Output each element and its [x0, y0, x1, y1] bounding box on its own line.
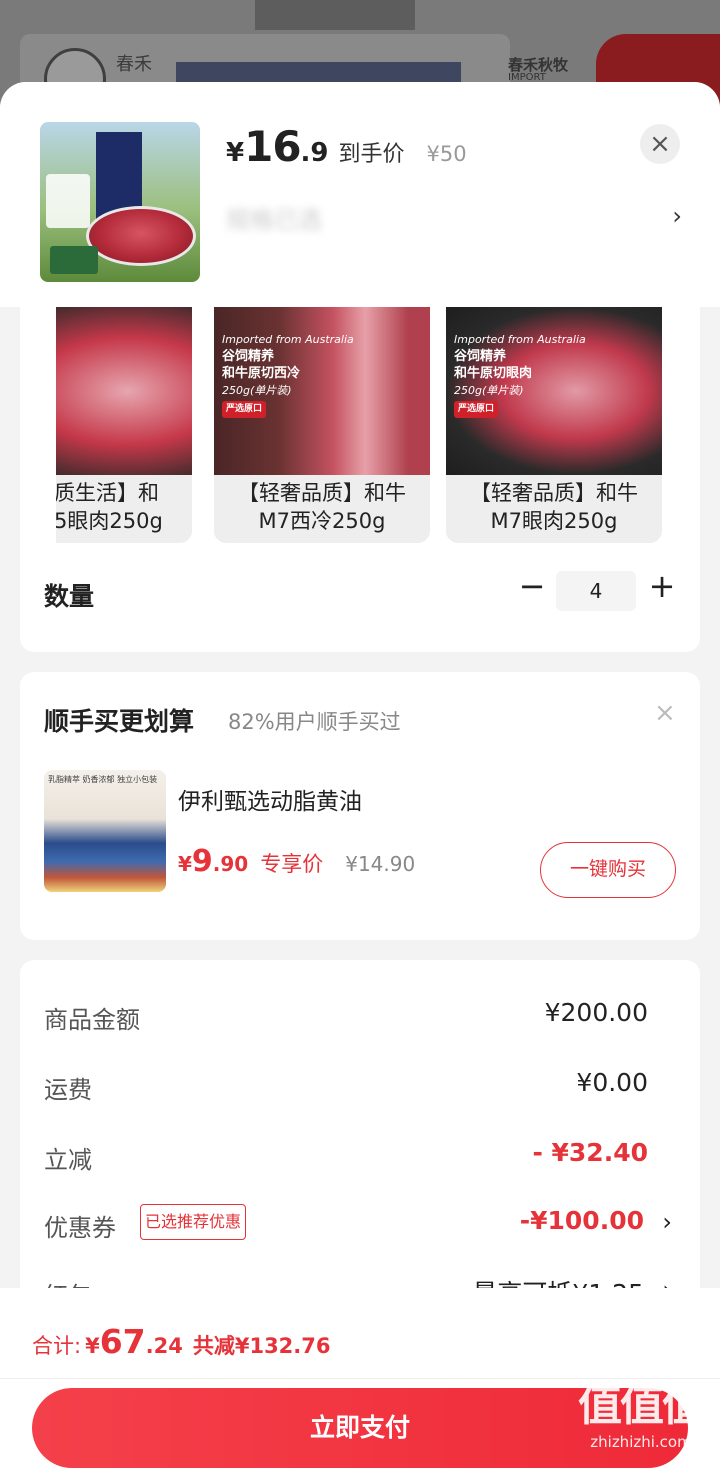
upsell-product-image: 乳脂精萃 奶香浓郁 独立小包装 — [44, 770, 166, 892]
chevron-right-icon: › — [672, 202, 682, 230]
variant-image: Imported from Australia 谷饲精养 和牛原切眼肉 250g… — [446, 307, 662, 475]
upsell-subtitle: 82%用户顺手买过 — [228, 710, 401, 734]
spec-selector[interactable]: 规格已选 › — [226, 194, 686, 238]
close-button[interactable]: × — [640, 124, 680, 164]
upsell-price-currency: ¥ — [178, 852, 192, 876]
summary-value: ¥200.00 — [544, 998, 648, 1027]
variant-name: 质生活】和5眼肉250g — [56, 481, 163, 533]
original-price: ¥50 — [426, 142, 467, 166]
spec-text: 规格已选 — [226, 206, 322, 232]
variant-option[interactable]: Imported from Australia 谷饲精养 和牛原切西冷 250g… — [214, 307, 430, 543]
price-decimal: .9 — [300, 138, 329, 168]
variant-image-caption-weight: 250g(单片装) — [454, 384, 524, 397]
watermark-sub: zhizhizhi.com — [590, 1433, 692, 1451]
sheet-header: ¥ 16 .9 到手价 ¥50 × 规格已选 › — [0, 82, 720, 307]
variant-list: 质生活】和5眼肉250g Imported from Australia 谷饲精… — [56, 307, 686, 547]
variant-image-caption-weight: 250g(单片装) — [222, 384, 292, 397]
price-tag: 到手价 — [338, 142, 405, 167]
summary-row-shipping: 运费 ¥0.00 — [44, 1066, 676, 1106]
total-integer: 67 — [99, 1322, 146, 1361]
total-currency: ¥ — [85, 1334, 100, 1358]
variant-name: 【轻奢品质】和牛M7眼肉250g — [470, 481, 638, 533]
summary-row-discount: 立减 - ¥32.40 — [44, 1136, 676, 1176]
summary-row-subtotal: 商品金额 ¥200.00 — [44, 996, 676, 1036]
variant-image: Imported from Australia 谷饲精养 和牛原切西冷 250g… — [214, 307, 430, 475]
variant-option[interactable]: 质生活】和5眼肉250g — [56, 307, 192, 543]
summary-value: -¥100.00 — [519, 1206, 644, 1235]
quantity-decrease-button[interactable]: − — [514, 569, 550, 605]
upsell-card: 顺手买更划算 82%用户顺手买过 × 乳脂精萃 奶香浓郁 独立小包装 伊利甄选动… — [20, 672, 700, 940]
thumbnail-badge — [46, 174, 90, 228]
upsell-close-icon[interactable]: × — [654, 698, 676, 728]
quantity-increase-button[interactable]: + — [644, 569, 680, 605]
quantity-input[interactable]: 4 — [556, 571, 636, 611]
variant-image-caption-text: 谷饲精养 和牛原切眼肉 — [454, 349, 533, 381]
summary-value: ¥0.00 — [576, 1068, 648, 1097]
coupon-recommended-badge: 已选推荐优惠 — [140, 1204, 247, 1240]
close-icon: × — [649, 129, 671, 159]
variant-image — [56, 307, 192, 475]
summary-label: 立减 — [44, 1146, 92, 1174]
variant-image-caption: Imported from Australia 谷饲精养 和牛原切眼肉 250g… — [454, 331, 586, 418]
thumbnail-steak — [86, 206, 196, 266]
upsell-price-decimal: .90 — [212, 852, 249, 876]
price-currency: ¥ — [226, 138, 245, 168]
upsell-price: ¥ 9 .90 专享价 ¥14.90 — [178, 844, 415, 879]
summary-label: 优惠券 — [44, 1214, 116, 1242]
upsell-price-tag: 专享价 — [260, 852, 324, 876]
total-savings: 共减¥132.76 — [192, 1334, 331, 1358]
background-top-image — [255, 0, 415, 30]
variant-image-caption-en: Imported from Australia — [454, 333, 586, 346]
variant-name: 【轻奢品质】和牛M7西冷250g — [238, 481, 406, 533]
upsell-product-name[interactable]: 伊利甄选动脂黄油 — [178, 782, 362, 816]
background-brand: 春禾 — [116, 54, 152, 75]
divider — [0, 1378, 720, 1379]
upsell-image-caption: 乳脂精萃 奶香浓郁 独立小包装 — [48, 775, 158, 784]
order-total: 合计: ¥ 67 .24 共减¥132.76 — [32, 1322, 331, 1361]
purchase-sheet: ¥ 16 .9 到手价 ¥50 × 规格已选 › 质生活】和5眼肉250g Im… — [0, 82, 720, 1472]
variant-image-pill: 严选原口 — [222, 401, 267, 418]
product-thumbnail — [40, 122, 200, 282]
chevron-right-icon: › — [662, 1208, 672, 1236]
upsell-price-integer: 9 — [191, 844, 213, 879]
variant-image-pill: 严选原口 — [454, 401, 499, 418]
upsell-title: 顺手买更划算 — [44, 707, 195, 736]
summary-row-coupon[interactable]: 优惠券 已选推荐优惠 -¥100.00 › — [44, 1204, 676, 1244]
summary-label: 商品金额 — [44, 1006, 140, 1034]
watermark-logo: 值值值 zhizhizhi.com — [566, 1380, 716, 1452]
variant-option[interactable]: Imported from Australia 谷饲精养 和牛原切眼肉 250g… — [446, 307, 662, 543]
summary-value: - ¥32.40 — [532, 1138, 648, 1167]
variant-image-caption-en: Imported from Australia — [222, 333, 354, 346]
quantity-label: 数量 — [44, 582, 95, 611]
upsell-original-price: ¥14.90 — [345, 852, 416, 876]
variant-image-caption: Imported from Australia 谷饲精养 和牛原切西冷 250g… — [222, 331, 354, 418]
thumbnail-label — [50, 246, 98, 274]
summary-label: 运费 — [44, 1076, 92, 1104]
watermark-main: 值值值 — [578, 1380, 706, 1431]
final-price: ¥ 16 .9 到手价 ¥50 — [226, 122, 467, 172]
one-click-buy-button[interactable]: 一键购买 — [540, 842, 676, 898]
total-decimal: .24 — [145, 1334, 183, 1358]
variant-image-caption-text: 谷饲精养 和牛原切西冷 — [222, 349, 301, 381]
total-label: 合计: — [32, 1334, 82, 1358]
price-integer: 16 — [244, 122, 301, 171]
sku-card: 质生活】和5眼肉250g Imported from Australia 谷饲精… — [20, 307, 700, 652]
